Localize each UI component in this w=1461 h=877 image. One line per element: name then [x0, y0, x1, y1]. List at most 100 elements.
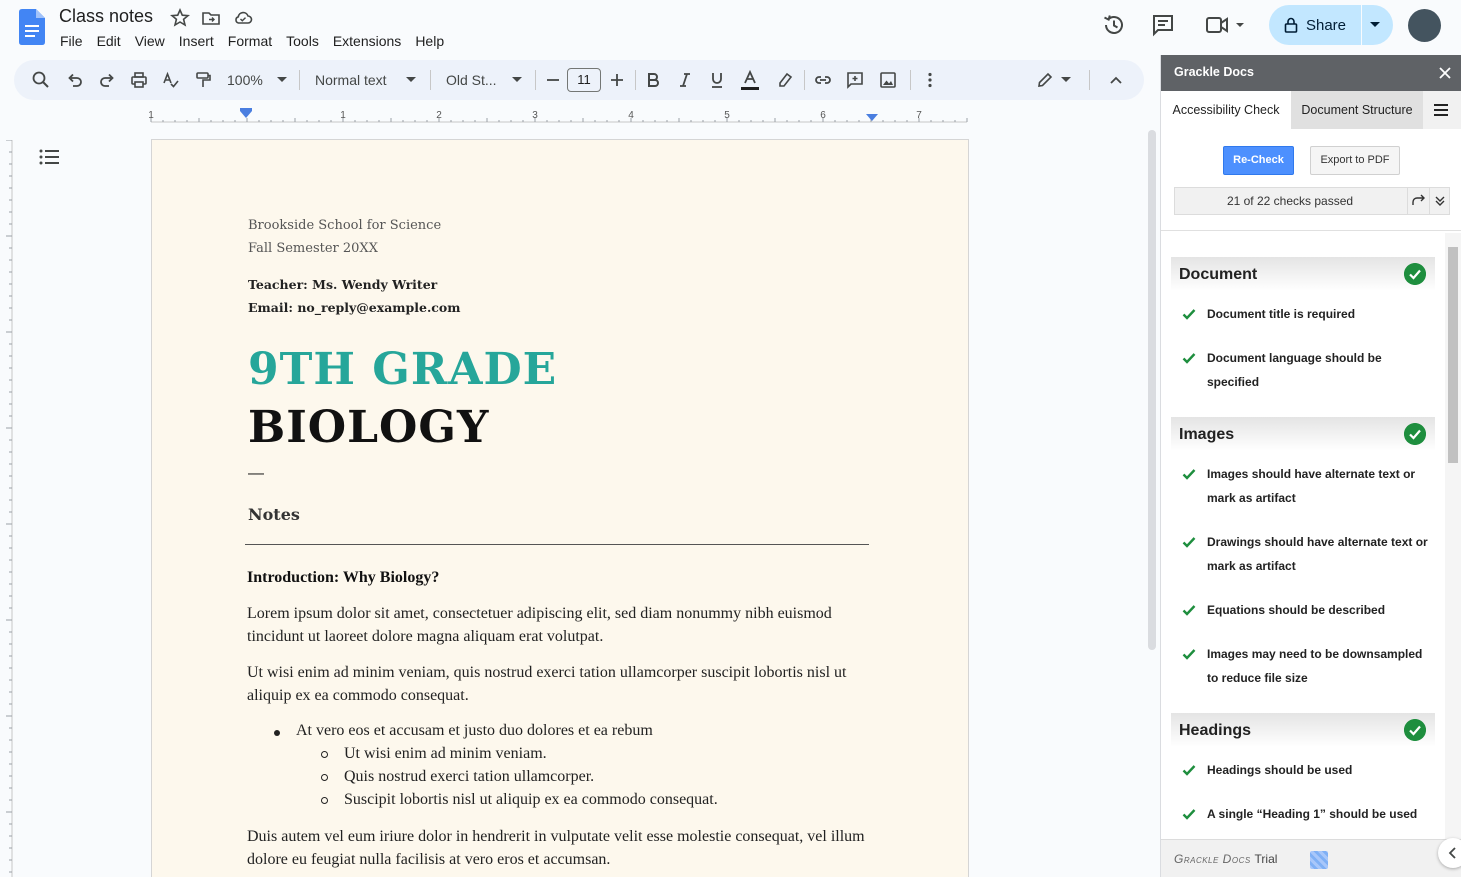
menu-tools[interactable]: Tools [279, 32, 326, 52]
menu-format[interactable]: Format [221, 32, 279, 52]
hide-menus-chevron-up-icon[interactable] [1106, 70, 1126, 90]
sidebar-scroll-thumb[interactable] [1448, 247, 1458, 463]
vertical-ruler[interactable] [0, 140, 14, 877]
print-icon[interactable] [129, 70, 149, 90]
share-main-button[interactable]: Share [1269, 5, 1361, 45]
meet-video-icon[interactable] [1205, 12, 1249, 38]
check-item[interactable]: Headings should be used [1207, 758, 1433, 782]
spelling-check-icon[interactable] [161, 70, 181, 90]
sub-bullet-item[interactable]: Suscipit lobortis nisl ut aliquip ex ea … [344, 791, 718, 809]
add-comment-icon[interactable] [845, 70, 865, 90]
horizontal-ruler[interactable]: 1 1 2 3 4 5 6 7 [14, 106, 1144, 124]
move-folder-icon[interactable] [201, 8, 221, 28]
section-title: Document [1179, 266, 1258, 283]
document-title[interactable]: Class notes [59, 6, 153, 27]
email-line[interactable]: Email: no_reply@example.com [248, 300, 460, 315]
check-item[interactable]: Images may need to be downsampled to red… [1207, 642, 1433, 690]
paint-format-icon[interactable] [193, 70, 213, 90]
header-bar: Class notes File Edit View Insert Format… [0, 0, 1461, 58]
section-pass-check-icon [1404, 719, 1426, 741]
export-pdf-button[interactable]: Export to PDF [1310, 146, 1400, 175]
check-item[interactable]: Document language should be specified [1207, 346, 1433, 394]
teacher-line[interactable]: Teacher: Ms. Wendy Writer [248, 277, 437, 292]
underline-icon[interactable] [707, 70, 727, 90]
italic-icon[interactable] [675, 70, 695, 90]
editing-mode-icon[interactable] [1035, 70, 1055, 90]
paragraph-style-select[interactable]: Normal text [315, 72, 387, 88]
text-color-icon[interactable] [739, 70, 761, 92]
section-headings[interactable]: Headings [1171, 713, 1435, 747]
search-menus-icon[interactable] [31, 70, 51, 90]
highlight-color-icon[interactable] [775, 70, 795, 90]
school-name[interactable]: Brookside School for Science [248, 218, 441, 233]
document-page[interactable]: Brookside School for Science Fall Semest… [151, 139, 969, 877]
horizontal-rule [245, 544, 869, 545]
pass-check-icon [1182, 353, 1196, 364]
paragraph-1[interactable]: Lorem ipsum dolor sit amet, consectetuer… [247, 602, 867, 648]
redo-icon[interactable] [97, 70, 117, 90]
title-subject[interactable]: BIOLOGY [248, 402, 489, 453]
menu-extensions[interactable]: Extensions [326, 32, 408, 52]
increase-font-size-icon[interactable] [607, 70, 627, 90]
insert-link-icon[interactable] [813, 70, 833, 90]
sidebar-divider [1161, 230, 1461, 231]
hamburger-menu-icon[interactable] [1433, 103, 1449, 117]
sidebar-scrollbar[interactable] [1445, 233, 1461, 839]
insert-image-icon[interactable] [878, 70, 898, 90]
check-item[interactable]: Drawings should have alternate text or m… [1207, 530, 1433, 578]
editing-mode-caret-icon[interactable] [1061, 77, 1071, 82]
ruler-mark: 1 [340, 110, 346, 121]
google-docs-logo-icon[interactable] [19, 9, 45, 45]
version-history-icon[interactable] [1101, 12, 1127, 38]
bold-icon[interactable] [643, 70, 663, 90]
semester[interactable]: Fall Semester 20XX [248, 241, 378, 256]
account-avatar[interactable] [1408, 9, 1441, 42]
undo-icon[interactable] [65, 70, 85, 90]
menu-help[interactable]: Help [408, 32, 451, 52]
footer-brand-name: Grackle Docs [1174, 852, 1251, 866]
section-images[interactable]: Images [1171, 417, 1435, 451]
document-scrollbar[interactable] [1148, 130, 1156, 650]
expand-all-button[interactable] [1429, 188, 1449, 214]
menu-edit[interactable]: Edit [90, 32, 128, 52]
paragraph-3[interactable]: Duis autem vel eum iriure dolor in hendr… [247, 825, 867, 871]
font-family-select[interactable]: Old St... [446, 72, 497, 88]
more-options-icon[interactable] [920, 70, 940, 90]
menu-insert[interactable]: Insert [172, 32, 221, 52]
notes-heading[interactable]: Notes [248, 505, 300, 524]
collapse-side-panel-button[interactable] [1438, 838, 1461, 868]
share-report-button[interactable] [1407, 188, 1429, 214]
bullet-item[interactable]: At vero eos et accusam et justo duo dolo… [296, 722, 653, 740]
decrease-font-size-icon[interactable] [543, 70, 563, 90]
sub-bullet-item[interactable]: Quis nostrud exerci tation ullamcorper. [344, 768, 594, 786]
check-item[interactable]: Document title is required [1207, 302, 1433, 326]
document-outline-icon[interactable] [38, 147, 60, 167]
font-size-input[interactable]: 11 [567, 68, 601, 92]
title-grade[interactable]: 9TH GRADE [248, 344, 557, 395]
toolbar-divider [535, 70, 536, 90]
intro-heading[interactable]: Introduction: Why Biology? [247, 569, 439, 587]
comments-icon[interactable] [1150, 12, 1176, 38]
style-caret-icon [406, 77, 416, 82]
check-item[interactable]: A single “Heading 1” should be used [1207, 802, 1433, 826]
sub-bullet-marker [321, 774, 328, 781]
tab-accessibility-check[interactable]: Accessibility Check [1161, 91, 1291, 129]
grackle-logo-icon [1310, 851, 1328, 869]
grackle-sidebar: Grackle Docs Accessibility Check Documen… [1160, 55, 1461, 877]
share-button[interactable]: Share [1269, 5, 1393, 45]
close-icon[interactable] [1437, 65, 1453, 81]
check-item[interactable]: Images should have alternate text or mar… [1207, 462, 1433, 510]
recheck-button[interactable]: Re-Check [1223, 146, 1294, 175]
share-dropdown-arrow-icon[interactable] [1368, 20, 1382, 30]
menu-view[interactable]: View [128, 32, 172, 52]
menu-file[interactable]: File [53, 32, 90, 52]
checks-list: Document Document title is required Docu… [1171, 233, 1435, 838]
paragraph-2[interactable]: Ut wisi enim ad minim veniam, quis nostr… [247, 661, 867, 707]
zoom-select[interactable]: 100% [227, 72, 263, 88]
cloud-saved-icon[interactable] [233, 8, 253, 28]
tab-document-structure[interactable]: Document Structure [1291, 91, 1423, 129]
check-item[interactable]: Equations should be described [1207, 598, 1433, 622]
star-icon[interactable] [170, 8, 190, 28]
section-document[interactable]: Document [1171, 257, 1435, 291]
sub-bullet-item[interactable]: Ut wisi enim ad minim veniam. [344, 745, 547, 763]
